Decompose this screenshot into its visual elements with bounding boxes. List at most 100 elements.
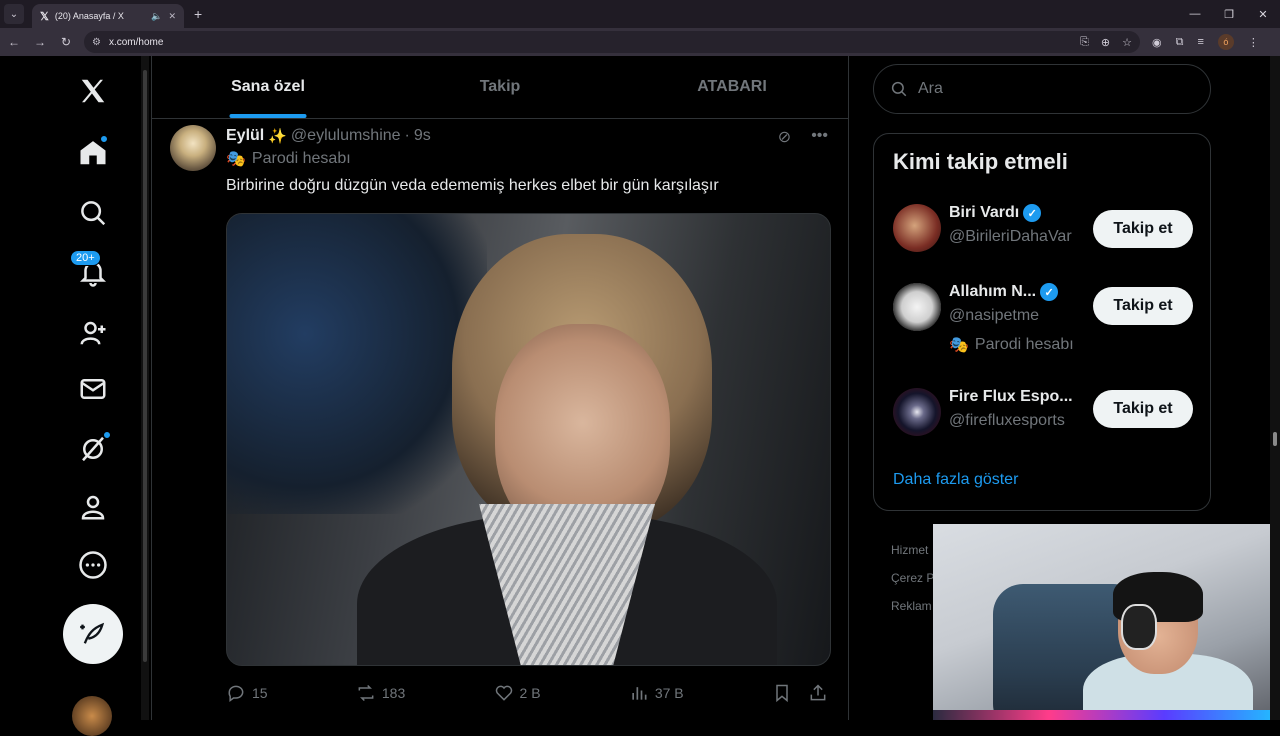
repost-button[interactable]: 183: [356, 683, 405, 703]
verified-badge-icon: ✓: [1040, 283, 1059, 301]
reply-button[interactable]: 15: [226, 683, 268, 703]
tweet-time[interactable]: 9s: [414, 127, 431, 145]
analytics-icon: [632, 687, 647, 700]
suggestion-avatar[interactable]: [893, 388, 941, 436]
tab-search-button[interactable]: ⌄: [4, 4, 24, 24]
x-logo-icon: 𝕏: [40, 10, 49, 23]
follow-button[interactable]: Takip et: [1093, 287, 1193, 325]
page-scrollbar[interactable]: [1270, 56, 1280, 720]
follow-people-icon[interactable]: [70, 310, 116, 356]
zoom-icon[interactable]: ⊕: [1101, 36, 1110, 49]
more-options-icon[interactable]: •••: [811, 127, 828, 147]
parody-label: 🎭 Parodi hesabı: [949, 335, 1074, 355]
share-icon[interactable]: [808, 683, 828, 703]
extension-icon[interactable]: ◉: [1152, 36, 1162, 49]
tweet-extra-actions: [772, 683, 828, 703]
suggestion-handle: @nasipetme: [949, 307, 1040, 324]
tweet-author-name[interactable]: Eylül: [226, 127, 264, 145]
forward-button[interactable]: →: [28, 30, 52, 54]
tweet-author-avatar[interactable]: [170, 125, 216, 171]
suggestion-name[interactable]: Biri Vardı ✓: [949, 204, 1042, 222]
bookmark-star-icon[interactable]: ☆: [1122, 36, 1132, 49]
tweet-text: Birbirine doğru düzgün veda edememiş her…: [226, 177, 719, 194]
profile-icon[interactable]: [70, 484, 116, 530]
feather-icon: [80, 622, 105, 644]
page-scrollbar-thumb[interactable]: [1273, 432, 1277, 446]
search-input[interactable]: Ara: [873, 64, 1211, 114]
views-button[interactable]: 37 B: [629, 683, 684, 703]
grok-icon[interactable]: ⊘: [778, 127, 791, 147]
more-icon[interactable]: [70, 542, 116, 588]
home-notification-dot: [100, 135, 108, 143]
repost-count: 183: [381, 685, 406, 701]
tab-label: Takip: [479, 78, 521, 95]
tab-community[interactable]: ATABARI: [616, 56, 848, 118]
left-navigation: 20+: [0, 56, 150, 736]
menu-kebab-icon[interactable]: ⋮: [1248, 36, 1259, 49]
notifications-badge: 20+: [70, 250, 101, 266]
browser-tab-bar: ⌄ 𝕏 (20) Anasayfa / X 🔈 ✕ + — ❐ ✕: [0, 0, 1280, 28]
site-info-icon[interactable]: ⚙: [92, 37, 101, 48]
puzzle-icon[interactable]: ⧉: [1176, 36, 1184, 49]
grok-notification-dot: [103, 431, 111, 439]
reply-icon: [228, 685, 244, 702]
notifications-icon[interactable]: 20+: [70, 250, 116, 296]
suggestion-name[interactable]: Fire Flux Espo...: [949, 388, 1073, 406]
search-icon[interactable]: [70, 190, 116, 236]
who-to-follow-title: Kimi takip etmeli: [893, 149, 1068, 174]
x-logo-icon[interactable]: [70, 68, 116, 114]
omnibox-actions: ⎘ ⊕ ☆: [1080, 36, 1132, 49]
follow-button[interactable]: Takip et: [1093, 210, 1193, 248]
follow-button[interactable]: Takip et: [1093, 390, 1193, 428]
headphones-shape: [1121, 604, 1157, 650]
suggestion-name[interactable]: Allahım N... ✓: [949, 283, 1059, 301]
maximize-button[interactable]: ❐: [1212, 0, 1246, 28]
footer-link[interactable]: Reklam: [891, 592, 934, 620]
sparkles-emoji: ✨: [268, 128, 287, 145]
profile-avatar[interactable]: ó: [1217, 34, 1234, 50]
suggestion-avatar[interactable]: [893, 283, 941, 331]
tweet-author-handle[interactable]: @eylulumshine: [291, 127, 401, 145]
browser-tab[interactable]: 𝕏 (20) Anasayfa / X 🔈 ✕: [32, 4, 184, 28]
parody-text: Parodi hesabı: [974, 336, 1074, 353]
close-window-button[interactable]: ✕: [1246, 0, 1280, 28]
left-scrollbar-thumb[interactable]: [143, 70, 147, 662]
footer-link[interactable]: Hizmet: [891, 536, 934, 564]
compose-post-button[interactable]: [63, 604, 123, 664]
speaker-icon[interactable]: 🔈: [151, 11, 162, 22]
account-avatar[interactable]: [72, 696, 112, 736]
views-count: 37 B: [654, 685, 684, 701]
suggestion-avatar[interactable]: [893, 204, 941, 252]
heart-icon: [495, 685, 512, 701]
tab-following[interactable]: Takip: [384, 56, 616, 118]
main-feed: Sana özel Takip ATABARI Eylül ✨ @eylulum…: [151, 56, 849, 720]
grok-icon[interactable]: [70, 426, 116, 472]
bookmark-icon[interactable]: [772, 683, 792, 703]
install-app-icon[interactable]: ⎘: [1080, 36, 1089, 49]
back-button[interactable]: ←: [2, 30, 26, 54]
url-text: x.com/home: [108, 36, 164, 48]
reload-button[interactable]: ↻: [54, 30, 78, 54]
home-icon[interactable]: [70, 130, 116, 176]
show-more-link[interactable]: Daha fazla göster: [893, 471, 1018, 489]
footer-link[interactable]: Çerez P: [891, 564, 934, 592]
tab-label: ATABARI: [697, 78, 767, 95]
address-bar-row: ← → ↻ ⚙ x.com/home ⎘ ⊕ ☆ ◉ ⧉ ≡ ó ⋮: [0, 28, 1280, 56]
suggestion-handle: @firefluxesports: [949, 412, 1065, 429]
close-tab-icon[interactable]: ✕: [168, 11, 176, 22]
media-control-icon[interactable]: ≡: [1197, 36, 1203, 48]
tab-for-you[interactable]: Sana özel: [152, 56, 384, 118]
tweet[interactable]: Eylül ✨ @eylulumshine · 9s ⊘ ••• 🎭 Parod…: [152, 119, 848, 708]
url-input[interactable]: ⚙ x.com/home ⎘ ⊕ ☆: [84, 31, 1140, 53]
left-scrollbar[interactable]: [141, 56, 149, 720]
extensions-area: ◉ ⧉ ≡ ó ⋮: [1152, 34, 1259, 50]
search-placeholder: Ara: [918, 80, 943, 97]
messages-icon[interactable]: [70, 366, 116, 412]
minimize-button[interactable]: —: [1178, 0, 1212, 28]
verified-badge-icon: ✓: [1023, 204, 1042, 222]
new-tab-button[interactable]: +: [194, 6, 202, 22]
separator-dot: ·: [404, 127, 410, 144]
like-button[interactable]: 2 B: [494, 683, 541, 703]
feed-tabs: Sana özel Takip ATABARI: [152, 56, 848, 119]
tweet-media-image[interactable]: [226, 213, 831, 666]
